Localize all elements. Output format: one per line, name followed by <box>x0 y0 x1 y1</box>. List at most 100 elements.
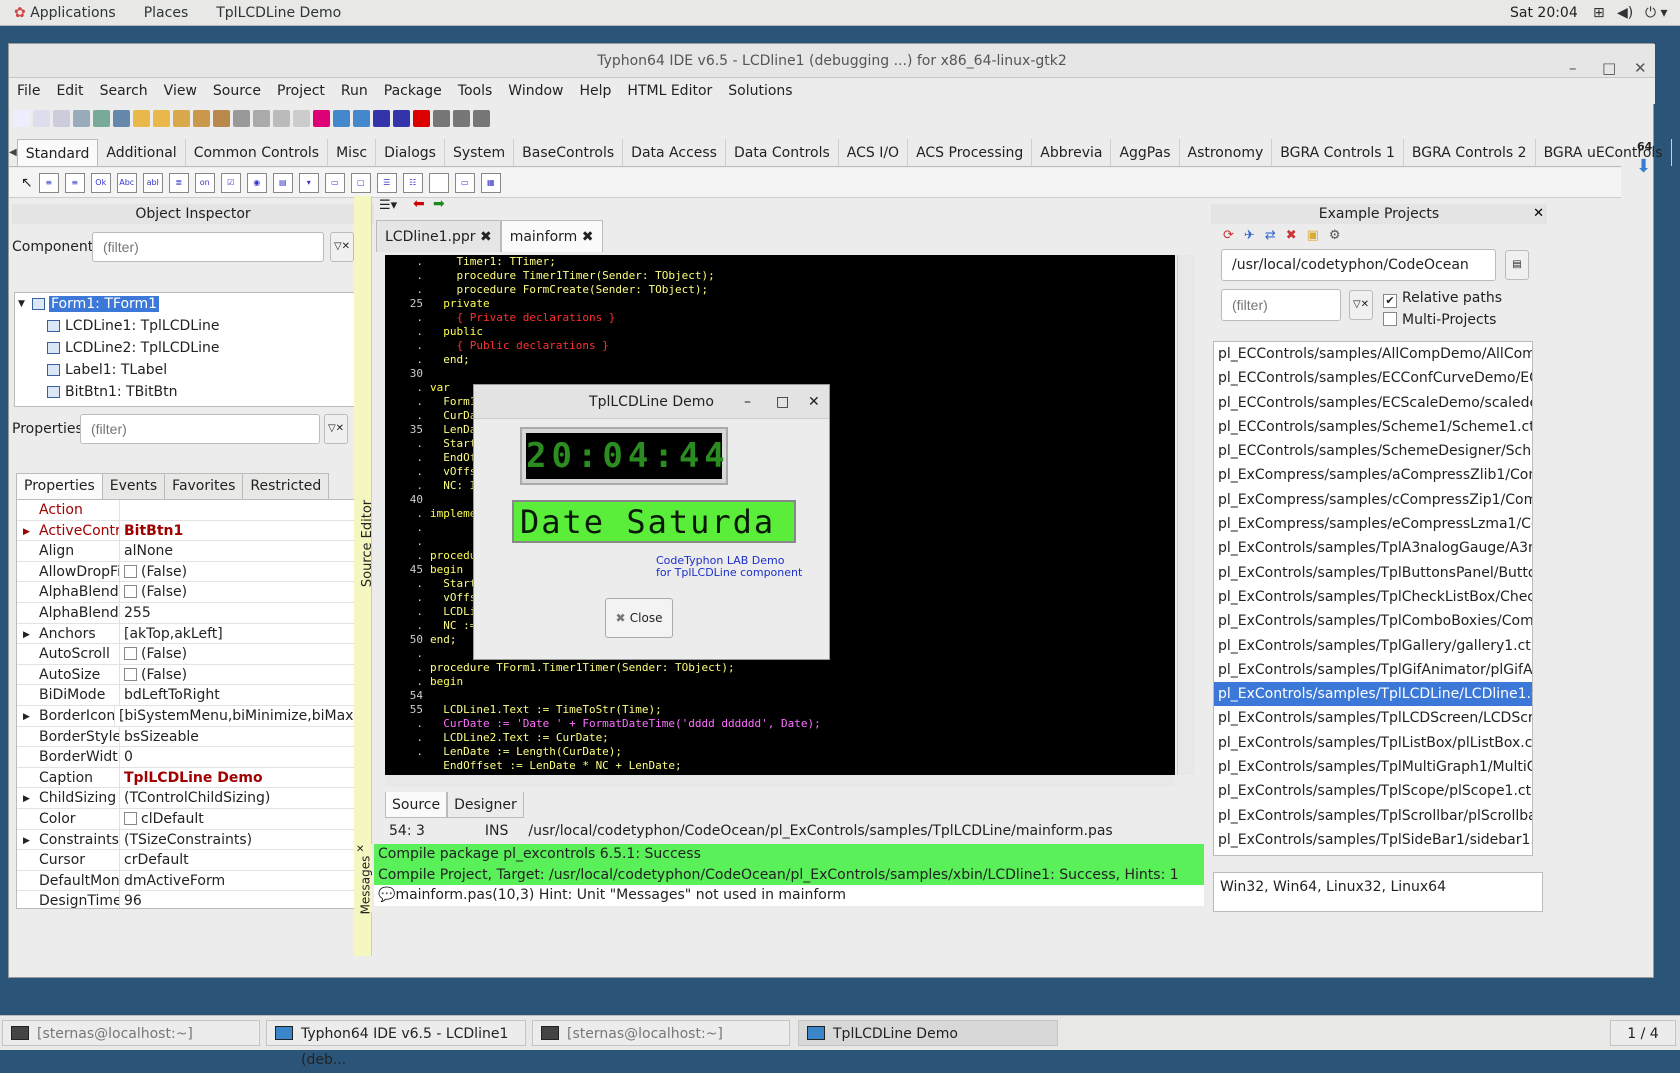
radiogroup-icon[interactable]: ☰ <box>376 172 397 193</box>
dialog-title-bar[interactable]: TplLCDLine Demo – □ ✕ <box>474 385 829 419</box>
palette-down-icon[interactable]: ⬇ <box>1636 156 1651 177</box>
stop-icon[interactable] <box>413 109 430 127</box>
property-row[interactable]: Color clDefault <box>17 808 355 830</box>
combobox-icon[interactable]: ▾ <box>298 172 319 193</box>
close-icon[interactable]: ✖ <box>480 229 492 245</box>
clock[interactable]: Sat 20:04 <box>1510 5 1578 21</box>
checkbox[interactable] <box>124 585 137 599</box>
list-item[interactable]: pl_ExControls/samples/TplA3nalogGauge/A3… <box>1214 536 1532 560</box>
property-row[interactable]: AllowDropFiles(False) <box>17 561 355 583</box>
property-row[interactable]: DefaultMonitordmActiveForm <box>17 870 355 892</box>
step-over-icon[interactable] <box>433 109 450 127</box>
view-forms-icon[interactable] <box>293 109 310 127</box>
messages-dock-strip[interactable]: ✕ Messages <box>354 844 372 914</box>
edit-icon[interactable]: abI <box>142 172 163 193</box>
tab-source[interactable]: Source <box>385 792 448 818</box>
back-arrow-icon[interactable]: ⬅ <box>413 196 425 212</box>
button-icon[interactable]: Ok <box>90 172 111 193</box>
menu-run[interactable]: Run <box>333 83 376 99</box>
chevron-down-icon[interactable]: ▼ <box>18 293 25 315</box>
palette-tab[interactable]: Abbrevia <box>1032 139 1112 166</box>
active-app-menu[interactable]: TplLCDLine Demo <box>202 5 355 21</box>
property-row[interactable]: BorderStyle bsSizeable <box>17 726 355 748</box>
scrollbar-icon[interactable]: ▭ <box>324 172 345 193</box>
property-row[interactable]: Action <box>17 500 355 521</box>
delete-icon[interactable]: ✖ <box>1286 228 1297 243</box>
copy-project-icon[interactable]: ⇄ <box>1265 228 1276 243</box>
message-item[interactable]: Compile Project, Target: /usr/local/code… <box>374 864 1204 886</box>
memo-icon[interactable]: ≣ <box>168 172 189 193</box>
step-into-icon[interactable] <box>453 109 470 127</box>
expand-icon[interactable]: ▶ <box>23 522 30 541</box>
property-row[interactable]: ▶ BorderIcons [biSystemMenu,biMinimize,biM… <box>17 705 355 727</box>
close-icon[interactable]: ✕ <box>1533 204 1544 224</box>
main-menu-icon[interactable]: ≡ <box>38 172 59 193</box>
palette-tab[interactable]: Dialogs <box>376 139 445 166</box>
groupbox-icon[interactable]: ▢ <box>350 172 371 193</box>
property-row[interactable]: ▶ActiveControlBitBtn1 <box>17 520 355 542</box>
view-units-icon[interactable] <box>273 109 290 127</box>
expand-icon[interactable]: ▶ <box>23 789 30 808</box>
maximize-icon[interactable]: □ <box>776 385 789 419</box>
tree-item[interactable]: BitBtn1: TBitBtn <box>15 381 359 403</box>
task-lcd-demo[interactable]: TplLCDLine Demo <box>798 1020 1058 1046</box>
folder-icon[interactable]: ▣ <box>1307 228 1319 243</box>
property-row[interactable]: AutoSize (False) <box>17 664 355 686</box>
package-icon[interactable] <box>133 109 150 127</box>
menu-package[interactable]: Package <box>376 83 450 99</box>
property-row[interactable]: ▶ Constraints (TSizeConstraints) <box>17 829 355 851</box>
step-icon[interactable] <box>353 109 370 127</box>
properties-filter-input[interactable] <box>80 414 320 444</box>
menu-search[interactable]: Search <box>92 83 156 99</box>
debug-icon[interactable] <box>333 109 350 127</box>
expand-icon[interactable]: ▶ <box>23 707 30 726</box>
editor-vertical-scrollbar[interactable] <box>1177 255 1195 775</box>
menu-window[interactable]: Window <box>500 83 571 99</box>
list-item[interactable]: pl_ExControls/samples/TplComboBoxies/Com… <box>1214 609 1532 633</box>
tab-mainform[interactable]: mainform ✖ <box>500 220 603 252</box>
palette-tab[interactable]: BGRA Controls 1 <box>1272 139 1404 166</box>
places-menu[interactable]: Places <box>130 5 203 21</box>
menu-solutions[interactable]: Solutions <box>720 83 800 99</box>
filter-clear-icon[interactable]: ▽✕ <box>324 414 348 444</box>
menu-file[interactable]: File <box>9 83 48 99</box>
tree-item-form1[interactable]: ▼ Form1: TForm1 <box>15 293 359 315</box>
list-item[interactable]: pl_ExControls/samples/TplLCDScreen/LCDSc… <box>1214 706 1532 730</box>
list-item[interactable]: pl_ECControls/samples/SchemeDesigner/Sch… <box>1214 439 1532 463</box>
palette-tab[interactable]: System <box>445 139 515 166</box>
palette-tab[interactable]: Common Controls <box>186 139 329 166</box>
new-form-icon[interactable] <box>33 109 50 127</box>
filter-clear-icon[interactable]: ▽✕ <box>330 232 354 262</box>
relative-paths-checkbox[interactable]: ✔ Relative paths <box>1383 290 1502 308</box>
menu-tools[interactable]: Tools <box>450 83 501 99</box>
list-item[interactable]: pl_ExControls/samples/TplCheckListBox/Ch… <box>1214 585 1532 609</box>
source-editor-dock-strip[interactable]: Source Editor <box>354 196 375 956</box>
palette-tab[interactable]: BGRA Controls 2 <box>1404 139 1536 166</box>
task-typhon-ide[interactable]: Typhon64 IDE v6.5 - LCDline1 (deb... <box>266 1020 526 1068</box>
checkbox-icon[interactable]: ☑ <box>220 172 241 193</box>
tab-restricted[interactable]: Restricted <box>242 473 330 499</box>
open-project-icon[interactable]: ✈ <box>1244 228 1255 243</box>
close-icon[interactable]: ✕ <box>356 844 364 855</box>
component-icon[interactable] <box>173 109 190 127</box>
menu-help[interactable]: Help <box>572 83 620 99</box>
editor-horizontal-scrollbar[interactable] <box>385 775 1175 787</box>
expand-icon[interactable]: ▶ <box>23 831 30 850</box>
property-row[interactable]: ▶ ChildSizing (TControlChildSizing) <box>17 788 355 809</box>
save-all-icon[interactable] <box>113 109 130 127</box>
label-icon[interactable]: Abc <box>116 172 137 193</box>
palette-tab[interactable]: ACS Processing <box>908 139 1033 166</box>
base-path-field[interactable]: /usr/local/codetyphon/CodeOcean <box>1221 249 1496 281</box>
menu-source[interactable]: Source <box>205 83 269 99</box>
filter-clear-icon[interactable]: ▽✕ <box>1349 290 1373 320</box>
list-item[interactable]: pl_ECControls/samples/AllCompDemo/AllCom… <box>1214 342 1532 366</box>
property-row[interactable]: AutoScroll (False) <box>17 644 355 665</box>
workspace-switcher[interactable]: 1 / 4 <box>1610 1020 1676 1046</box>
install-icon[interactable] <box>153 109 170 127</box>
property-row[interactable]: BorderWidth 0 <box>17 747 355 768</box>
selection-pointer-icon[interactable]: ↖ <box>21 175 33 191</box>
new-project-icon[interactable] <box>53 109 70 127</box>
property-row[interactable]: ▶ Anchors [akTop,akLeft] <box>17 623 355 645</box>
palette-left-icon[interactable]: ◀ <box>9 139 17 166</box>
property-row[interactable]: Align alNone <box>17 541 355 562</box>
